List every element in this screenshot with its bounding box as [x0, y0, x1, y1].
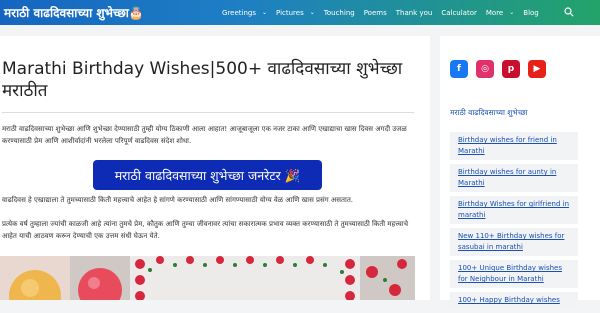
nav-item-more[interactable]: More ⌄: [486, 9, 514, 17]
youtube-icon[interactable]: ▶: [528, 60, 546, 78]
nav-item-calculator[interactable]: Calculator: [441, 9, 477, 17]
social-links: f ◎ p ▶: [450, 60, 554, 78]
nav-item-label: Thank you: [395, 8, 433, 17]
nav-item-label: Touching: [323, 8, 355, 17]
nav-item-thank-you[interactable]: Thank you: [396, 9, 433, 17]
hero-image: [0, 256, 415, 300]
nav-item-label: Calculator: [441, 8, 477, 17]
nav-item-greetings[interactable]: Greetings ⌄: [222, 9, 267, 17]
search-icon[interactable]: [564, 7, 574, 17]
facebook-icon[interactable]: f: [450, 60, 468, 78]
sidebar-link-list: Birthday wishes for friend in Marathi Bir…: [450, 132, 578, 313]
nav-item-label: Poems: [363, 8, 387, 17]
page-title: Marathi Birthday Wishes|500+ वाढदिवसाच्य…: [2, 59, 403, 101]
sidebar-link[interactable]: Birthday wishes for friend in Marathi: [450, 132, 578, 160]
chevron-down-icon: ⌄: [261, 9, 268, 16]
intro-paragraph: मराठी वाढदिवसाच्या शुभेच्छा आणि शुभेच्छा…: [2, 125, 407, 145]
site-title[interactable]: मराठी वाढदिवसाच्या शुभेच्छा🎂: [4, 4, 144, 21]
main-nav: Greetings ⌄ Pictures ⌄ Touching Poems Thank yo…: [222, 0, 548, 25]
nav-item-poems[interactable]: Poems: [364, 9, 387, 17]
sidebar-link[interactable]: Birthday wishes for aunty in Marathi: [450, 164, 578, 192]
article-content: Marathi Birthday Wishes|500+ वाढदिवसाच्य…: [0, 36, 430, 300]
nav-item-blog[interactable]: Blog: [523, 9, 538, 17]
chevron-down-icon: ⌄: [309, 9, 315, 16]
pinterest-icon[interactable]: p: [502, 60, 520, 78]
sidebar-link[interactable]: 100+ Happy Birthday wishes: [450, 292, 578, 309]
nav-item-pictures[interactable]: Pictures ⌄: [276, 9, 315, 17]
nav-item-label: Greetings: [222, 8, 256, 17]
instagram-icon[interactable]: ◎: [476, 60, 494, 78]
paragraph-2: वाढदिवस हे एखाद्याला ते तुमच्यासाठी किती…: [2, 196, 354, 204]
paragraph-3: प्रत्येक वर्ष तुम्हाला ज्यांची काळजी आहे…: [2, 220, 409, 240]
sidebar: f ◎ p ▶ मराठी वाढदिवसाच्या शुभेच्छा Birthda…: [440, 36, 600, 309]
nav-item-touching[interactable]: Touching: [324, 9, 355, 17]
nav-item-label: Blog: [523, 8, 539, 17]
sidebar-link[interactable]: Birthday Wishes for girlfriend in marath…: [450, 196, 578, 224]
sidebar-heading: मराठी वाढदिवसाच्या शुभेच्छा: [450, 108, 528, 117]
sidebar-link[interactable]: New 110+ Birthday wishes for sasubai in …: [450, 228, 578, 256]
sidebar-link[interactable]: 100+ Unique Birthday wishes for Neighbou…: [450, 260, 578, 288]
nav-item-label: More: [485, 8, 504, 17]
nav-item-label: Pictures: [276, 8, 304, 17]
chevron-down-icon: ⌄: [509, 9, 515, 16]
site-header: मराठी वाढदिवसाच्या शुभेच्छा🎂 Greetings ⌄ P…: [0, 0, 600, 25]
title-divider: [2, 112, 414, 113]
generator-button[interactable]: मराठी वाढदिवसाच्या शुभेच्छा जनरेटर 🎉: [93, 160, 322, 190]
